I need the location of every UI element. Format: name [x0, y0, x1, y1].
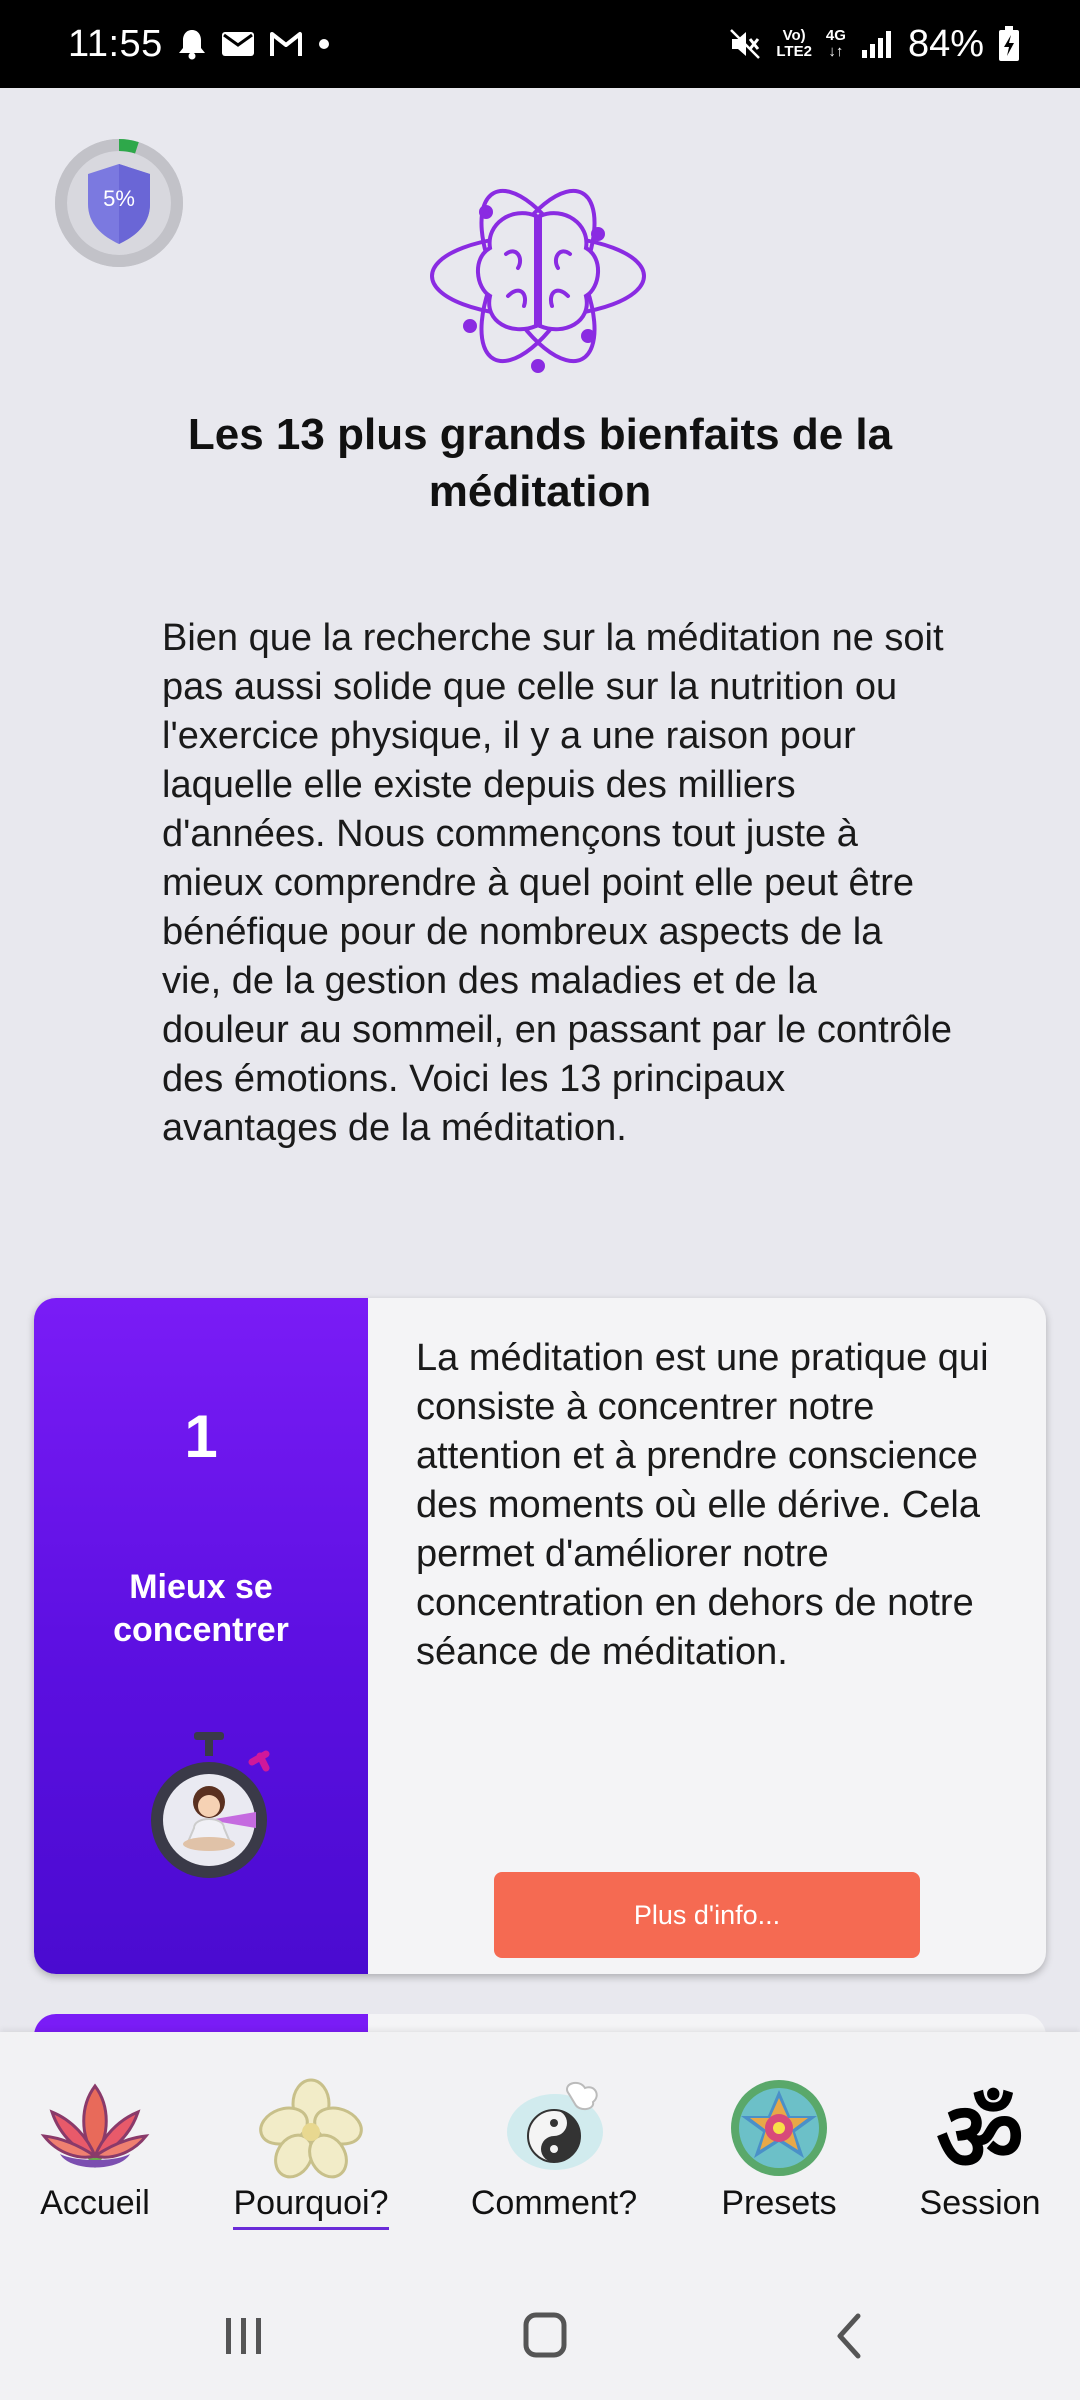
- dot-icon: [317, 37, 331, 51]
- progress-indicator[interactable]: 5%: [52, 136, 186, 270]
- main-content[interactable]: 5% Les 13 plus grands bienfaits de la mé…: [0, 88, 1080, 2032]
- volte-icon: Vo) LTE2: [776, 27, 812, 60]
- gmail-icon: [269, 30, 303, 58]
- nav-label-accueil: Accueil: [40, 2184, 150, 2222]
- flower-icon: [259, 2078, 363, 2179]
- nav-item-presets[interactable]: Presets: [706, 2032, 852, 2272]
- status-time: 11:55: [68, 22, 163, 65]
- benefit-title: Mieux se concentrer: [113, 1568, 289, 1649]
- om-icon: ॐ: [936, 2081, 1024, 2180]
- progress-label: 5%: [103, 186, 135, 211]
- svg-text:ॐ: ॐ: [936, 2081, 1024, 2180]
- signal-icon: [860, 28, 894, 60]
- back-icon[interactable]: [808, 2304, 888, 2368]
- home-icon[interactable]: [505, 2304, 585, 2368]
- next-benefit-card-header: [34, 2014, 368, 2032]
- mandala-icon: [731, 2080, 827, 2176]
- nav-label-session: Session: [919, 2184, 1041, 2222]
- nav-label-pourquoi: Pourquoi?: [233, 2184, 389, 2230]
- system-navigation-bar: [0, 2272, 1080, 2400]
- nav-label-presets: Presets: [721, 2184, 837, 2222]
- next-benefit-card[interactable]: [34, 2014, 1046, 2032]
- nav-item-session[interactable]: ॐ Session: [906, 2032, 1054, 2272]
- nav-item-pourquoi[interactable]: Pourquoi?: [226, 2032, 396, 2272]
- recent-apps-icon[interactable]: [204, 2304, 284, 2368]
- mail-icon: [221, 30, 255, 58]
- lotus-icon: [40, 2083, 150, 2168]
- more-info-button[interactable]: Plus d'info...: [494, 1872, 920, 1958]
- nav-label-comment: Comment?: [470, 2184, 638, 2222]
- nav-item-comment[interactable]: Comment?: [464, 2032, 644, 2272]
- intro-paragraph: Bien que la recherche sur la méditation …: [162, 617, 953, 1149]
- page-title: Les 13 plus grands bienfaits de la médit…: [187, 410, 893, 516]
- benefit-number: 1: [184, 1403, 218, 1470]
- benefit-card-header: 1 Mieux se concentrer: [34, 1298, 368, 1974]
- benefit-card[interactable]: 1 Mieux se concentrer La méditation est …: [34, 1298, 1046, 1974]
- 4g-icon: 4G ↓↑: [825, 27, 846, 60]
- mute-icon: [728, 27, 762, 61]
- battery-charging-icon: [998, 26, 1020, 62]
- status-bar: 11:55 Vo) LTE2 4G ↓↑ 84%: [0, 0, 1080, 88]
- stopwatch-meditation-icon: [151, 1732, 270, 1878]
- nav-item-accueil[interactable]: Accueil: [20, 2032, 170, 2272]
- yin-yang-icon: [507, 2081, 603, 2170]
- bottom-navigation: Accueil Pourquoi? Comment? Presets ॐ Ses…: [0, 2032, 1080, 2272]
- bell-icon: [177, 28, 207, 60]
- brain-icon: [430, 188, 646, 373]
- battery-percent: 84%: [907, 22, 984, 65]
- benefit-description: La méditation est une pratique qui consi…: [416, 1337, 989, 1673]
